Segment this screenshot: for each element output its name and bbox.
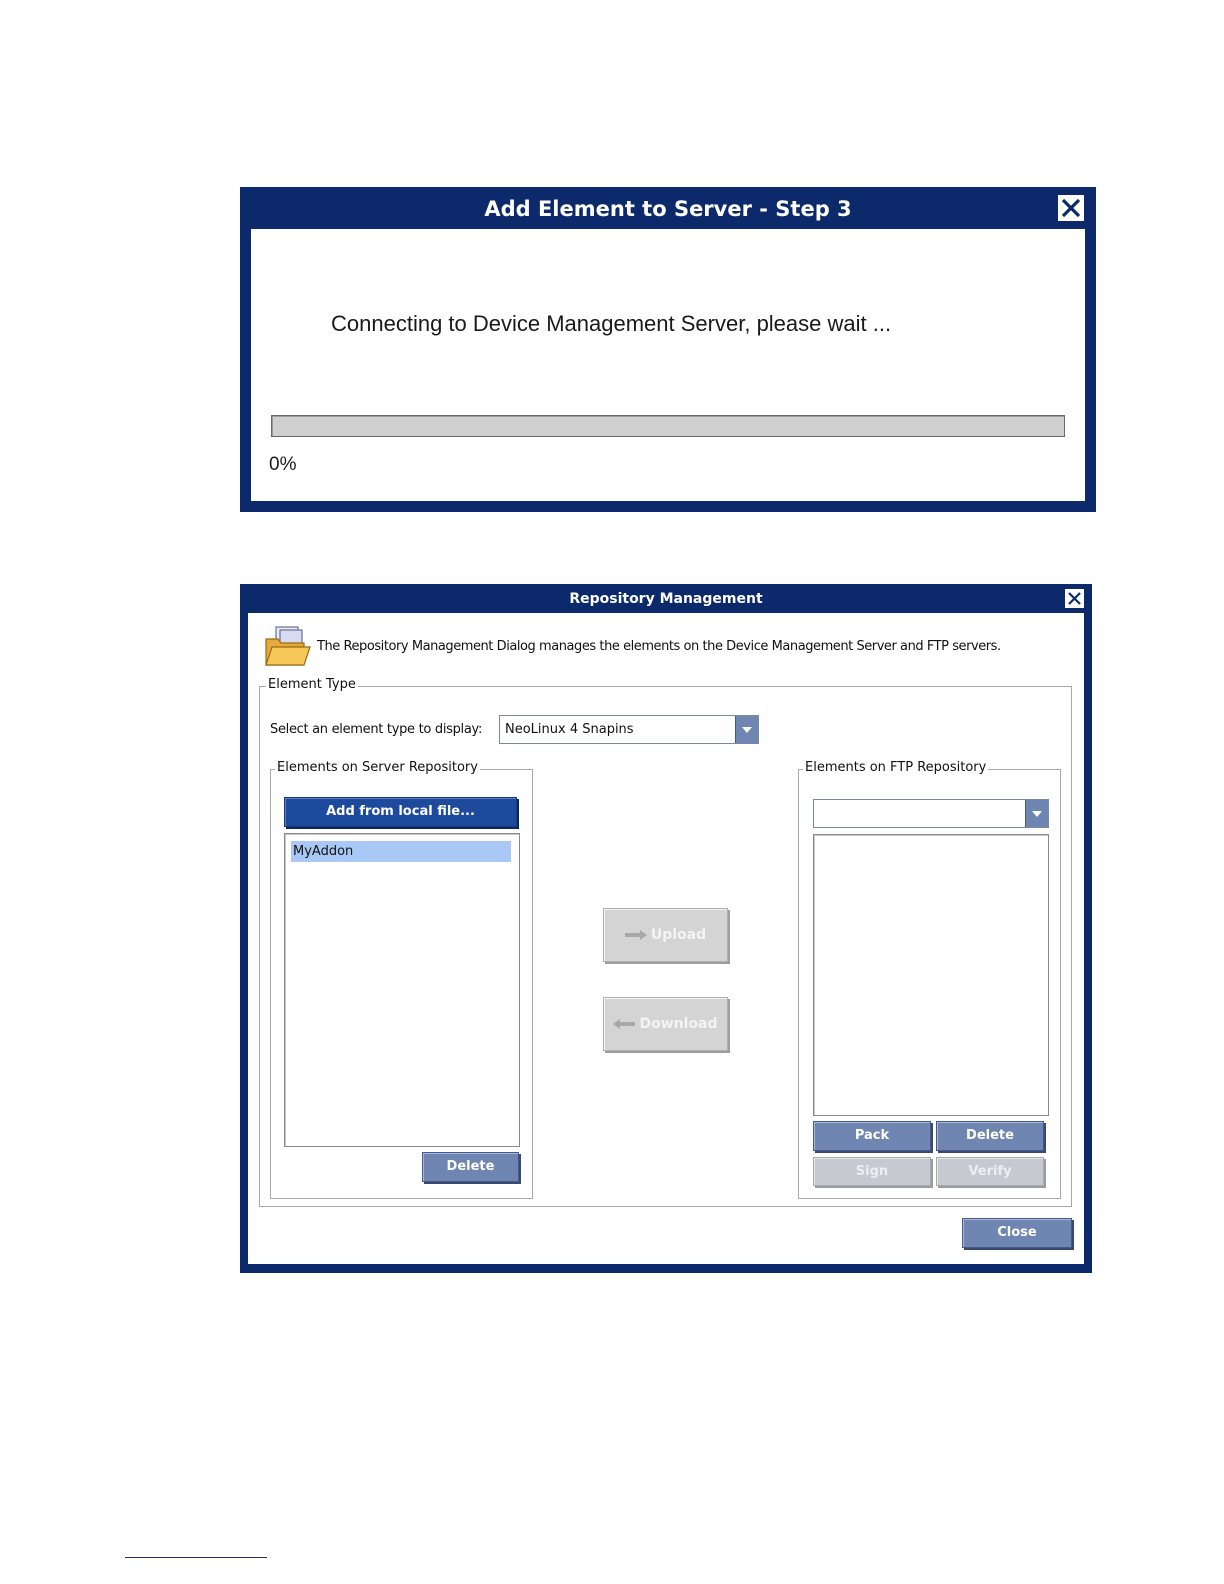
dialog-body: Connecting to Device Management Server, … [251,229,1085,501]
dialog-title: Repository Management [569,591,763,607]
upload-button-label: Upload [650,927,707,943]
server-repository-group: Elements on Server Repository Add from l… [270,760,533,1199]
element-type-legend: Element Type [266,677,358,692]
add-element-dialog: Add Element to Server - Step 3 Connectin… [240,187,1096,512]
folder-icon [264,625,312,669]
status-message: Connecting to Device Management Server, … [331,311,892,336]
pack-button[interactable]: Pack [813,1121,931,1151]
element-type-select-value: NeoLinux 4 Snapins [505,722,634,737]
ftp-server-select[interactable] [813,799,1049,828]
sign-button[interactable]: Sign [813,1157,931,1186]
server-elements-list[interactable]: MyAddon [284,833,520,1147]
close-button[interactable]: Close [962,1218,1072,1248]
chevron-down-icon[interactable] [735,716,758,743]
dialog-body: The Repository Management Dialog manages… [248,613,1084,1264]
upload-button[interactable]: Upload [603,908,728,962]
dialog-title: Add Element to Server - Step 3 [484,197,852,221]
arrow-right-icon [624,930,647,940]
footnote-rule [125,1557,267,1558]
repository-management-dialog: Repository Management The Repository Man… [240,584,1092,1273]
download-button-label: Download [639,1016,718,1032]
progress-percent: 0% [269,454,297,475]
progress-bar [271,415,1065,437]
element-type-group: Element Type Select an element type to d… [259,677,1072,1207]
arrow-left-icon [613,1019,636,1029]
add-from-local-file-button[interactable]: Add from local file... [284,797,517,827]
close-icon[interactable] [1064,588,1085,609]
download-button[interactable]: Download [603,997,728,1051]
server-delete-button[interactable]: Delete [422,1152,519,1182]
ftp-elements-list[interactable] [813,834,1049,1116]
list-item[interactable]: MyAddon [291,841,511,862]
element-type-select[interactable]: NeoLinux 4 Snapins [499,715,759,744]
dialog-description: The Repository Management Dialog manages… [317,639,1001,654]
ftp-repository-legend: Elements on FTP Repository [803,760,989,775]
page: { "step_dialog": { "title": "Add Element… [0,0,1224,1584]
verify-button[interactable]: Verify [936,1157,1044,1186]
server-repository-legend: Elements on Server Repository [275,760,480,775]
chevron-down-icon[interactable] [1025,800,1048,827]
ftp-delete-button[interactable]: Delete [936,1121,1044,1151]
ftp-repository-group: Elements on FTP Repository Pack Delete S… [798,760,1061,1199]
element-type-select-label: Select an element type to display: [270,722,483,737]
close-icon[interactable] [1056,193,1086,223]
